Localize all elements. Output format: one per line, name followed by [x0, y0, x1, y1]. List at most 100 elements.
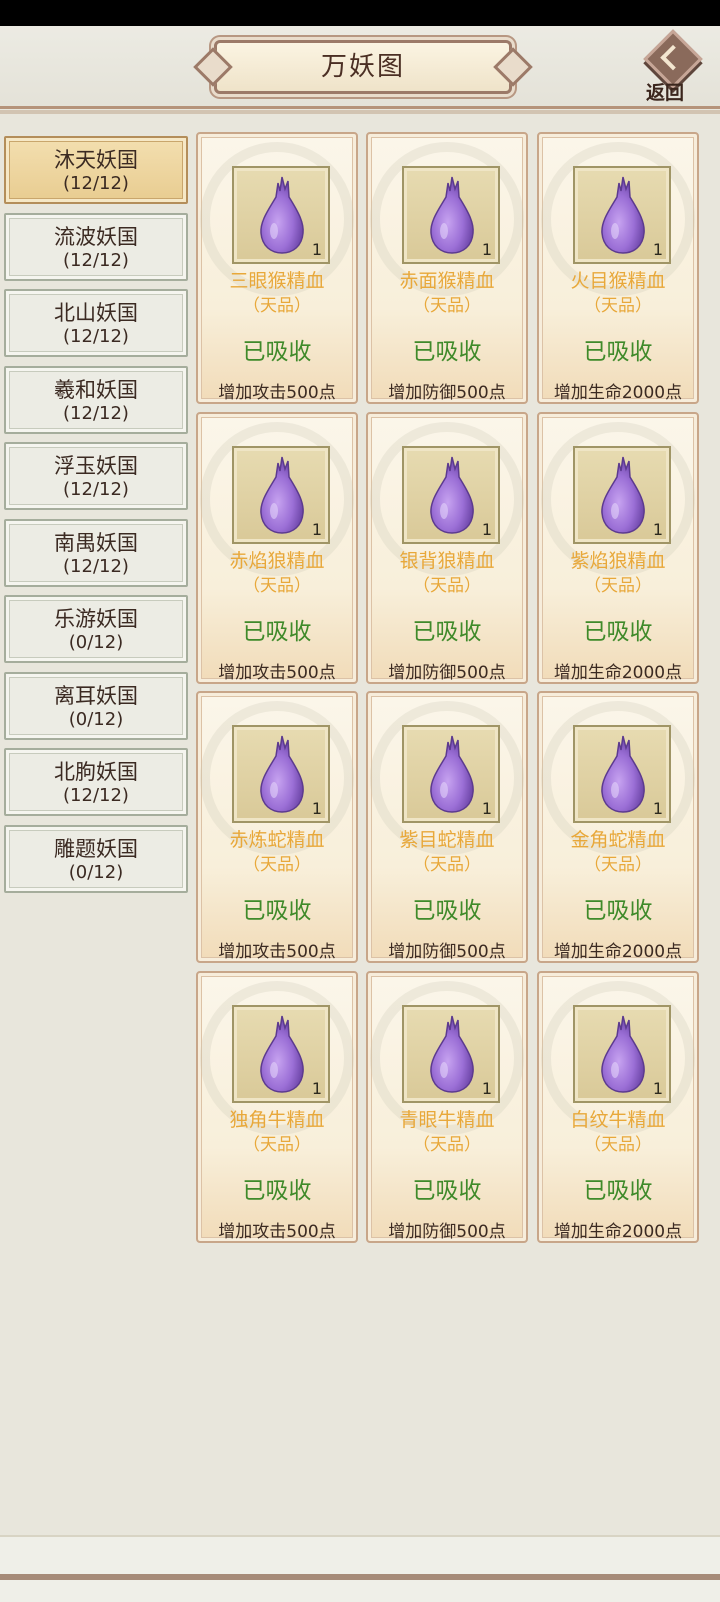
item-status: 已吸收: [412, 619, 482, 645]
item-bonus: 增加攻击500点: [218, 383, 336, 403]
item-quantity: 1: [481, 799, 492, 818]
sidebar-item-3[interactable]: 羲和妖国 (12/12): [4, 365, 188, 434]
item-slot[interactable]: 1: [402, 446, 500, 544]
item-grade: （天品）: [584, 296, 652, 316]
item-grade: （天品）: [413, 1135, 481, 1155]
item-slot[interactable]: 1: [573, 446, 671, 544]
sidebar-item-count: (12/12): [63, 479, 129, 500]
item-card[interactable]: 1 紫焰狼精血 （天品） 已吸收 增加生命2000点: [537, 412, 699, 684]
sidebar-item-name: 南禺妖国: [54, 530, 138, 555]
item-card[interactable]: 1 赤炼蛇精血 （天品） 已吸收 增加攻击500点: [196, 691, 358, 963]
item-status: 已吸收: [412, 339, 482, 365]
sidebar-item-name: 浮玉妖国: [54, 454, 138, 478]
item-quantity: 1: [652, 1079, 663, 1098]
item-status: 已吸收: [583, 619, 653, 645]
purple-blood-drop-icon: [260, 176, 304, 254]
item-quantity: 1: [481, 520, 492, 539]
item-quantity: 1: [481, 240, 492, 259]
sidebar-item-name: 乐游妖国: [54, 607, 138, 631]
item-card[interactable]: 1 银背狼精血 （天品） 已吸收 增加防御500点: [366, 412, 528, 684]
sidebar-item-7[interactable]: 离耳妖国 (0/12): [4, 671, 188, 740]
item-card[interactable]: 1 赤面猴精血 （天品） 已吸收增加防御500点: [366, 132, 528, 404]
item-name: 青眼牛精血: [399, 1109, 495, 1131]
item-slot[interactable]: 1: [573, 1005, 671, 1103]
item-bonus: 增加防御500点: [388, 1222, 506, 1242]
item-status: 已吸收: [242, 898, 312, 924]
item-name: 金角蛇精血: [570, 829, 666, 851]
item-status: 已吸收: [412, 898, 482, 924]
item-quantity: 1: [652, 520, 663, 539]
back-button[interactable]: 返回: [640, 29, 706, 104]
item-bonus: 增加生命2000点: [553, 942, 683, 962]
item-quantity: 1: [311, 240, 322, 259]
item-slot[interactable]: 1: [402, 166, 500, 264]
item-quantity: 1: [311, 799, 322, 818]
sidebar-item-6[interactable]: 乐游妖国 (0/12): [4, 595, 188, 663]
item-card[interactable]: 1 金角蛇精血 （天品） 已吸收 增加生命2000点: [537, 691, 699, 963]
item-name: 赤焰狼精血: [229, 550, 325, 572]
item-name: 赤面猴精血: [399, 270, 495, 292]
purple-blood-drop-icon: [601, 735, 645, 813]
item-bonus: 增加防御500点: [388, 942, 506, 962]
item-grade: （天品）: [243, 855, 311, 875]
item-grade: （天品）: [243, 1135, 311, 1155]
sidebar-item-count: (12/12): [63, 785, 129, 806]
purple-blood-drop-icon: [260, 456, 304, 534]
item-name: 紫目蛇精血: [399, 829, 495, 851]
item-slot[interactable]: 1: [232, 725, 330, 823]
item-card[interactable]: 1 火目猴精血 （天品） 已吸收 增加生命2000点: [537, 132, 699, 404]
sidebar-item-count: (0/12): [68, 708, 124, 730]
sidebar-item-name: 离耳妖国: [54, 683, 138, 708]
item-bonus: 增加攻击500点: [218, 942, 336, 962]
item-bonus: 增加生命2000点: [553, 383, 683, 403]
item-bonus: 增加攻击500点: [218, 1222, 336, 1242]
page-title-text: 万妖图: [320, 52, 405, 82]
purple-blood-drop-icon: [430, 735, 474, 813]
sidebar-item-5[interactable]: 南禺妖国 (12/12): [4, 518, 188, 587]
sidebar-item-2[interactable]: 北山妖国 (12/12): [4, 289, 188, 357]
sidebar-item-1[interactable]: 流波妖国 (12/12): [4, 212, 188, 281]
sidebar-item-name: 沐天妖国: [54, 148, 138, 172]
item-card[interactable]: 1 紫目蛇精血 （天品） 已吸收增加防御500点: [366, 691, 528, 963]
item-name: 银背狼精血: [399, 550, 495, 572]
item-status: 已吸收: [412, 1178, 482, 1204]
sidebar-item-name: 北山妖国: [54, 301, 138, 325]
sidebar-item-count: (0/12): [68, 632, 124, 653]
item-grade: （天品）: [584, 1135, 652, 1155]
sidebar-item-0[interactable]: 沐天妖国 (12/12): [4, 136, 188, 204]
item-grade: （天品）: [413, 296, 481, 316]
sidebar-item-9[interactable]: 雕题妖国 (0/12): [4, 824, 188, 893]
item-quantity: 1: [652, 240, 663, 259]
item-status: 已吸收: [583, 1178, 653, 1204]
item-slot[interactable]: 1: [573, 166, 671, 264]
item-quantity: 1: [311, 1079, 322, 1098]
item-quantity: 1: [311, 520, 322, 539]
item-grade: （天品）: [243, 576, 311, 596]
item-slot[interactable]: 1: [573, 725, 671, 823]
item-name: 独角牛精血: [229, 1109, 325, 1131]
item-slot[interactable]: 1: [402, 725, 500, 823]
sidebar-item-4[interactable]: 浮玉妖国 (12/12): [4, 442, 188, 510]
item-slot[interactable]: 1: [232, 166, 330, 264]
item-card[interactable]: 1 独角牛精血 （天品） 已吸收 增加攻击500点: [196, 971, 358, 1243]
item-grade: （天品）: [413, 855, 481, 875]
sidebar-item-name: 北朐妖国: [54, 760, 138, 784]
item-grade: （天品）: [584, 576, 652, 596]
bottom-band: [0, 1535, 720, 1602]
purple-blood-drop-icon: [601, 176, 645, 254]
item-slot[interactable]: 1: [232, 446, 330, 544]
sidebar-item-count: (12/12): [63, 402, 129, 424]
item-slot[interactable]: 1: [402, 1005, 500, 1103]
sidebar-item-name: 流波妖国: [54, 224, 138, 249]
item-status: 已吸收: [242, 619, 312, 645]
item-bonus: 增加防御500点: [388, 383, 506, 403]
item-name: 火目猴精血: [570, 270, 666, 292]
item-card[interactable]: 1 青眼牛精血 （天品） 已吸收增加防御500点: [366, 971, 528, 1243]
item-card[interactable]: 1 赤焰狼精血 （天品） 已吸收 增加攻击500点: [196, 412, 358, 684]
sidebar-item-8[interactable]: 北朐妖国 (12/12): [4, 748, 188, 816]
purple-blood-drop-icon: [430, 1015, 474, 1093]
item-card[interactable]: 1 白纹牛精血 （天品） 已吸收 增加生命2000点: [537, 971, 699, 1243]
item-card[interactable]: 1 三眼猴精血 （天品） 已吸收 增加攻击500点: [196, 132, 358, 404]
item-slot[interactable]: 1: [232, 1005, 330, 1103]
back-label: 返回: [645, 82, 684, 104]
